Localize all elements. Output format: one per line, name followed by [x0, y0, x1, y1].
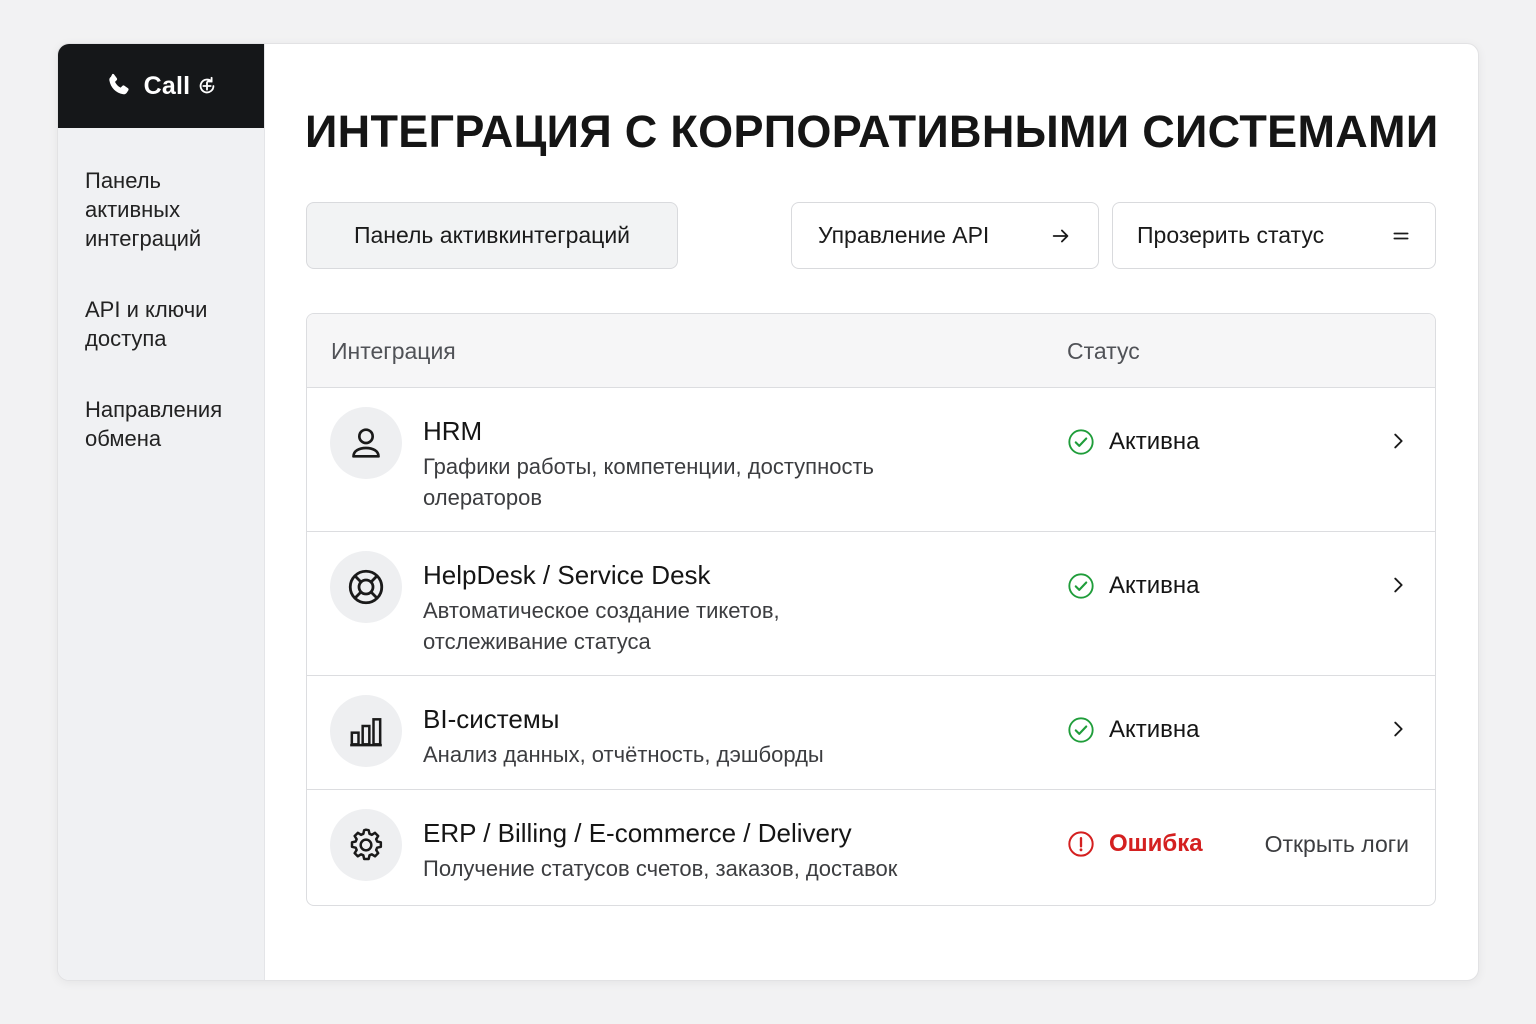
row-description: Анализ данных, отчётность, дэшборды [423, 742, 824, 767]
panel-button-label: Панель активкинтеграций [353, 222, 631, 248]
status-text: Активна [1109, 716, 1200, 743]
table-header: Интеграция Статус [307, 314, 1435, 388]
phone-icon [108, 73, 129, 95]
row-title: ERP / Billing / E-commerce / Delivery [423, 818, 852, 848]
header-integration: Интеграция [331, 338, 456, 364]
arrow-right-icon [1052, 229, 1069, 242]
table-row[interactable]: BI-системы Анализ данных, отчётность, дэ… [307, 676, 1435, 790]
table-row[interactable]: HelpDesk / Service Desk Автоматическое с… [307, 532, 1435, 676]
status-badge: Активна [1067, 428, 1200, 456]
row-icon-wrap [330, 551, 402, 623]
status-badge: Активна [1067, 572, 1200, 600]
open-logs-link[interactable]: Открыть логи [1265, 831, 1409, 858]
chevron-right-icon[interactable] [1387, 718, 1409, 740]
row-title: BI-системы [423, 704, 560, 734]
row-description: Графики работы, компетенции, доступность… [423, 454, 874, 510]
sidebar-item-active-integrations[interactable]: Панель активных интеграций [85, 166, 250, 253]
check-status-button[interactable]: Прозерить статус [1112, 202, 1436, 269]
chevron-right-icon[interactable] [1387, 430, 1409, 452]
check-circle-icon [1068, 717, 1094, 743]
chevron-right-icon[interactable] [1387, 574, 1409, 596]
status-text: Ошибка [1109, 830, 1203, 857]
lifebuoy-icon [348, 569, 384, 605]
logo-text: Call [143, 71, 191, 100]
status-badge: Активна [1067, 716, 1200, 744]
check-circle-icon [1068, 573, 1094, 599]
brand-logo[interactable]: Call [58, 44, 264, 128]
row-description: Автоматическое создание тикетов, отслежи… [423, 598, 780, 654]
sidebar: Call Панель активных интеграций API и кл… [58, 44, 265, 980]
row-icon-wrap [330, 809, 402, 881]
row-title: HelpDesk / Service Desk [423, 560, 711, 590]
bar-chart-icon [350, 718, 382, 747]
manage-api-button[interactable]: Управление API [791, 202, 1099, 269]
row-title: HRM [423, 416, 483, 446]
user-icon [352, 428, 380, 458]
row-description: Получение статусов счетов, заказов, дост… [423, 856, 898, 881]
sidebar-item-api-keys[interactable]: API и ключи доступа [85, 295, 250, 353]
sync-icon [200, 76, 215, 94]
api-button-label: Управление API [818, 222, 990, 248]
status-button-label: Прозерить статус [1137, 222, 1325, 248]
status-text: Активна [1109, 428, 1200, 455]
table-row[interactable]: ERP / Billing / E-commerce / Delivery По… [307, 790, 1435, 905]
active-integrations-panel-button[interactable]: Панель активкинтеграций [306, 202, 678, 269]
equals-icon [1393, 232, 1409, 239]
app-window: Call Панель активных интеграций API и кл… [57, 43, 1479, 981]
status-badge: Ошибка [1067, 830, 1203, 858]
row-icon-wrap [330, 695, 402, 767]
sidebar-item-exchange-directions[interactable]: Направления обмена [85, 395, 250, 453]
status-text: Активна [1109, 572, 1200, 599]
page-title: ИНТЕГРАЦИЯ С КОРПОРАТИВНЫМИ СИСТЕМАМИ [305, 106, 1439, 157]
header-status: Статус [1067, 338, 1140, 364]
table-row[interactable]: HRM Графики работы, компетенции, доступн… [307, 388, 1435, 532]
error-info-icon [1068, 831, 1094, 857]
gear-icon [350, 828, 383, 861]
row-icon-wrap [330, 407, 402, 479]
main-content: ИНТЕГРАЦИЯ С КОРПОРАТИВНЫМИ СИСТЕМАМИ Па… [265, 44, 1478, 980]
check-circle-icon [1068, 429, 1094, 455]
sidebar-nav: Панель активных интеграций API и ключи д… [58, 128, 264, 453]
integrations-table: Интеграция Статус HRM Графики работы, ко… [306, 313, 1436, 906]
